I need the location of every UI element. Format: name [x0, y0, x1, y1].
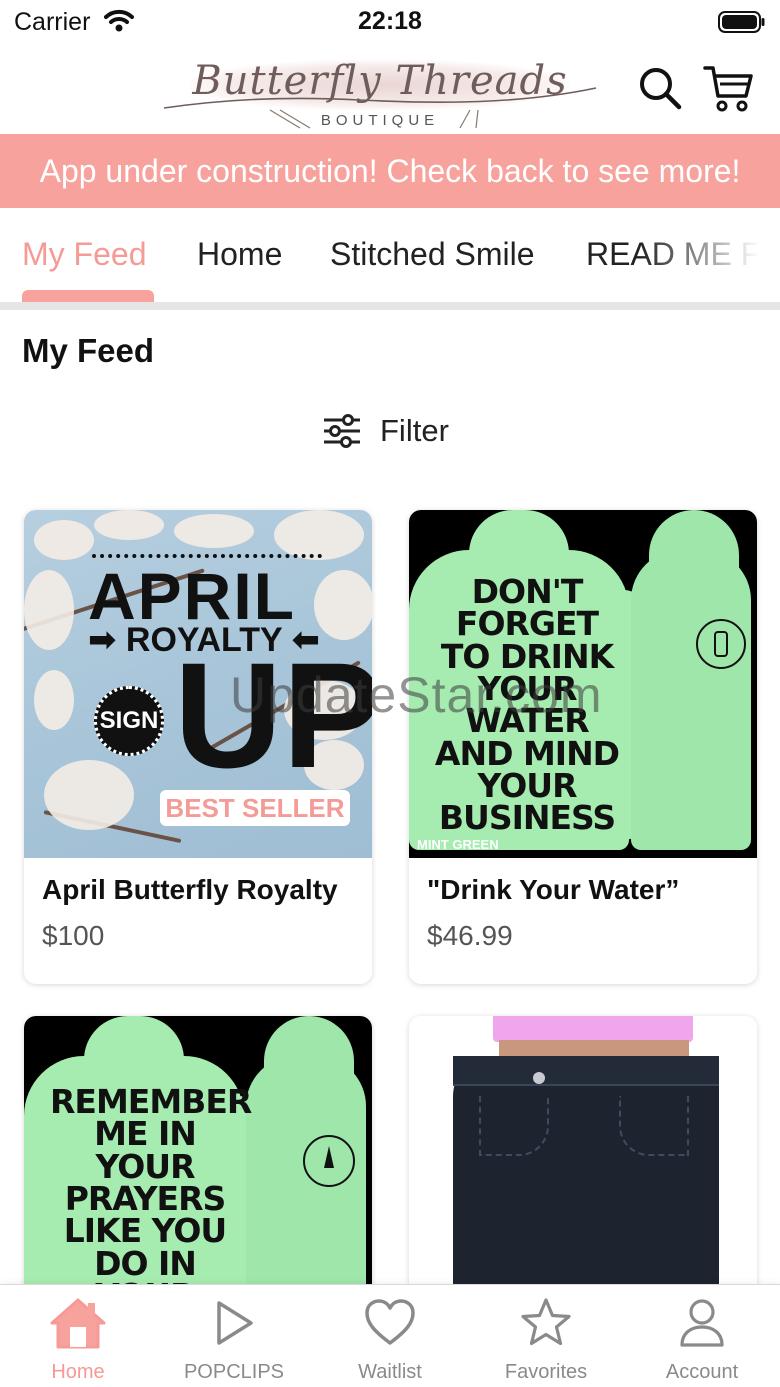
nav-account[interactable]: Account: [624, 1285, 780, 1387]
bottom-tab-bar: Home POPCLIPS Waitlist Favorites Account: [0, 1284, 780, 1387]
product-name: April Butterfly Royalty: [42, 874, 338, 905]
cart-icon: [703, 66, 753, 112]
arrow-right-icon: ➡: [87, 621, 117, 659]
best-seller-ribbon: BEST SELLER: [160, 790, 350, 826]
product-price: $100: [42, 920, 105, 951]
product-card[interactable]: REMEMBER ME IN YOUR PRAYERS LIKE YOU DO …: [24, 1016, 372, 1316]
product-image: [409, 1016, 757, 1316]
page-title: My Feed: [22, 332, 155, 369]
cart-button[interactable]: [702, 62, 754, 114]
product-card[interactable]: [409, 1016, 757, 1316]
category-tabs: My Feed Home Stitched Smile READ ME F: [0, 208, 780, 302]
announcement-banner: App under construction! Check back to se…: [0, 134, 780, 208]
logo-script: Butterfly Threads: [192, 58, 568, 104]
star-icon: [521, 1298, 571, 1346]
nav-favorites[interactable]: Favorites: [468, 1285, 624, 1387]
filter-label: Filter: [380, 413, 449, 448]
tab-my-feed[interactable]: My Feed: [22, 236, 146, 273]
nav-popclips[interactable]: POPCLIPS: [156, 1285, 312, 1387]
filter-button[interactable]: Filter: [322, 406, 449, 456]
watermark: UpdateStar.com: [230, 667, 603, 723]
product-card[interactable]: DON'T FORGET TO DRINK YOUR WATER AND MIN…: [409, 510, 757, 984]
clock: 22:18: [358, 7, 422, 35]
home-icon: [50, 1298, 106, 1349]
status-bar: Carrier 22:18: [0, 0, 780, 44]
praying-hands-logo: [303, 1135, 355, 1187]
nav-label: Favorites: [504, 1361, 588, 1383]
hoodie-print: REMEMBER ME IN YOUR PRAYERS LIKE YOU DO …: [50, 1082, 252, 1316]
logo-subtitle: BOUTIQUE: [320, 112, 440, 129]
heart-icon: [365, 1299, 415, 1345]
color-tag: MINT GREEN: [417, 837, 499, 852]
tab-home[interactable]: Home: [197, 236, 282, 273]
product-card[interactable]: APRIL ➡ ROYALTY ⬅ UP SIGN BEST SELLER Ap…: [24, 510, 372, 984]
boutique-logo[interactable]: Butterfly Threads BOUTIQUE: [160, 50, 600, 130]
product-image: REMEMBER ME IN YOUR PRAYERS LIKE YOU DO …: [24, 1016, 372, 1316]
nav-home[interactable]: Home: [0, 1285, 156, 1387]
active-tab-indicator: [22, 290, 154, 302]
app-header: Butterfly Threads BOUTIQUE: [0, 44, 780, 134]
water-bottle-logo: [696, 619, 746, 669]
battery-icon: [718, 10, 766, 39]
nav-label: Waitlist: [358, 1361, 422, 1383]
product-name: "Drink Your Water”: [427, 874, 680, 905]
nav-label: Home: [51, 1361, 105, 1383]
person-icon: [680, 1299, 724, 1347]
sign-badge: SIGN: [94, 686, 164, 756]
nav-label: Account: [665, 1361, 739, 1383]
search-button[interactable]: [634, 62, 686, 114]
banner-text: App under construction! Check back to se…: [39, 152, 741, 189]
search-icon: [640, 68, 682, 110]
play-icon: [217, 1301, 253, 1345]
tab-stitched-smile[interactable]: Stitched Smile: [330, 236, 535, 273]
product-price: $46.99: [427, 920, 513, 951]
sliders-icon: [324, 414, 360, 448]
nav-label: POPCLIPS: [183, 1361, 285, 1383]
nav-waitlist[interactable]: Waitlist: [312, 1285, 468, 1387]
tabs-divider: [0, 302, 780, 310]
